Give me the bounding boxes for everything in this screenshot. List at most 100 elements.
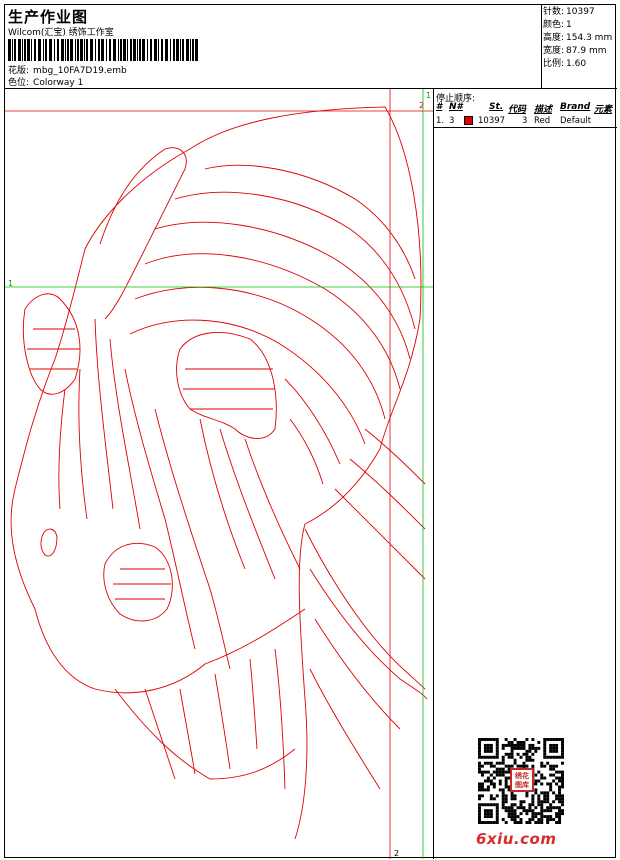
marker-top-right-1: 1: [426, 91, 432, 100]
qr-module: [507, 743, 511, 747]
qr-module: [561, 738, 564, 741]
qr-module: [513, 797, 517, 801]
qr-module: [561, 803, 564, 807]
qr-module: [495, 812, 499, 816]
qr-module: [552, 738, 556, 741]
qr-module: [513, 809, 517, 813]
qr-module: [486, 821, 490, 824]
qr-module: [478, 782, 481, 786]
qr-module: [492, 803, 496, 807]
qr-module: [495, 752, 499, 756]
qr-module: [528, 749, 532, 753]
qr-module: [501, 743, 505, 747]
stat-label: 高度:: [543, 33, 565, 43]
qr-module: [516, 740, 520, 744]
qr-module: [558, 821, 562, 824]
qr-module: [480, 770, 484, 774]
qr-module: [534, 749, 538, 753]
qr-module: [552, 779, 556, 783]
barcode-bar: [95, 39, 96, 61]
qr-module: [549, 818, 553, 822]
stripe: [334, 488, 426, 580]
qr-module: [478, 818, 481, 822]
qr-module: [540, 806, 544, 810]
qr-module: [540, 764, 544, 768]
stats-panel: 针数: 10397 颜色: 1 高度: 154.3 mm 宽度: 87.9 mm 比例:…: [542, 5, 617, 89]
thread-color-swatch: [464, 116, 473, 125]
barcode-bar: [12, 39, 13, 61]
qr-module: [543, 740, 547, 744]
barcode-bar: [22, 39, 23, 61]
qr-module: [558, 791, 562, 795]
stripe: [134, 286, 386, 420]
qr-module: [537, 800, 541, 804]
stripe: [244, 438, 301, 570]
qr-module: [507, 755, 511, 759]
marker-left-1: 1: [8, 279, 14, 288]
qr-module: [558, 818, 562, 822]
qr-module: [528, 809, 532, 813]
qr-module: [552, 749, 556, 753]
qr-module: [504, 797, 508, 801]
barcode-bar: [18, 39, 21, 61]
qr-module: [478, 767, 481, 771]
qr-module: [495, 749, 499, 753]
qr-module: [543, 815, 547, 819]
qr-module: [504, 764, 508, 768]
stripe: [219, 428, 276, 580]
qr-module: [555, 770, 559, 774]
qr-module: [513, 812, 517, 816]
qr-module: [489, 794, 493, 798]
qr-module: [489, 809, 493, 813]
qr-module: [525, 738, 529, 741]
stripe: [214, 673, 231, 770]
barcode-bar: [190, 39, 191, 61]
qr-module: [558, 797, 562, 801]
qr-module: [543, 797, 547, 801]
qr-module: [549, 803, 553, 807]
barcode-bar: [98, 39, 100, 61]
barcode-bar: [8, 39, 11, 61]
qr-module: [537, 812, 541, 816]
qr-module: [486, 812, 490, 816]
qr-module: [537, 818, 541, 822]
qr-module: [501, 758, 505, 762]
qr-module: [504, 794, 508, 798]
qr-module: [483, 815, 487, 819]
marker-bottom-2: 2: [394, 849, 400, 858]
qr-module: [543, 800, 547, 804]
qr-module: [543, 749, 547, 753]
qr-module: [495, 738, 499, 741]
barcode: [8, 39, 198, 61]
qr-module: [546, 755, 550, 759]
qr-module: [501, 818, 505, 822]
qr-module: [528, 821, 532, 824]
qr-module: [519, 803, 523, 807]
qr-module: [501, 797, 505, 801]
qr-module: [480, 773, 484, 777]
qr-module: [543, 794, 547, 798]
qr-module: [489, 797, 493, 801]
qr-module: [537, 803, 541, 807]
qr-module: [504, 779, 508, 783]
stripe: [94, 318, 114, 510]
qr-module: [534, 779, 538, 783]
qr-module: [531, 809, 535, 813]
row-stitches: 10397: [478, 116, 506, 126]
qr-module: [534, 782, 538, 786]
qr-module: [507, 812, 511, 816]
qr-module: [501, 800, 505, 804]
qr-module: [546, 761, 550, 765]
qr-module: [495, 767, 499, 771]
qr-module: [534, 746, 538, 750]
qr-module: [501, 803, 505, 807]
qr-module: [483, 749, 487, 753]
qr-module: [546, 821, 550, 824]
barcode-bar: [176, 39, 179, 61]
barcode-bar: [31, 39, 32, 61]
qr-module: [552, 806, 556, 810]
col-desc: 描述: [534, 105, 553, 115]
stat-colors: 颜色: 1: [543, 19, 617, 32]
qr-module: [558, 806, 562, 810]
qr-module: [558, 770, 562, 774]
